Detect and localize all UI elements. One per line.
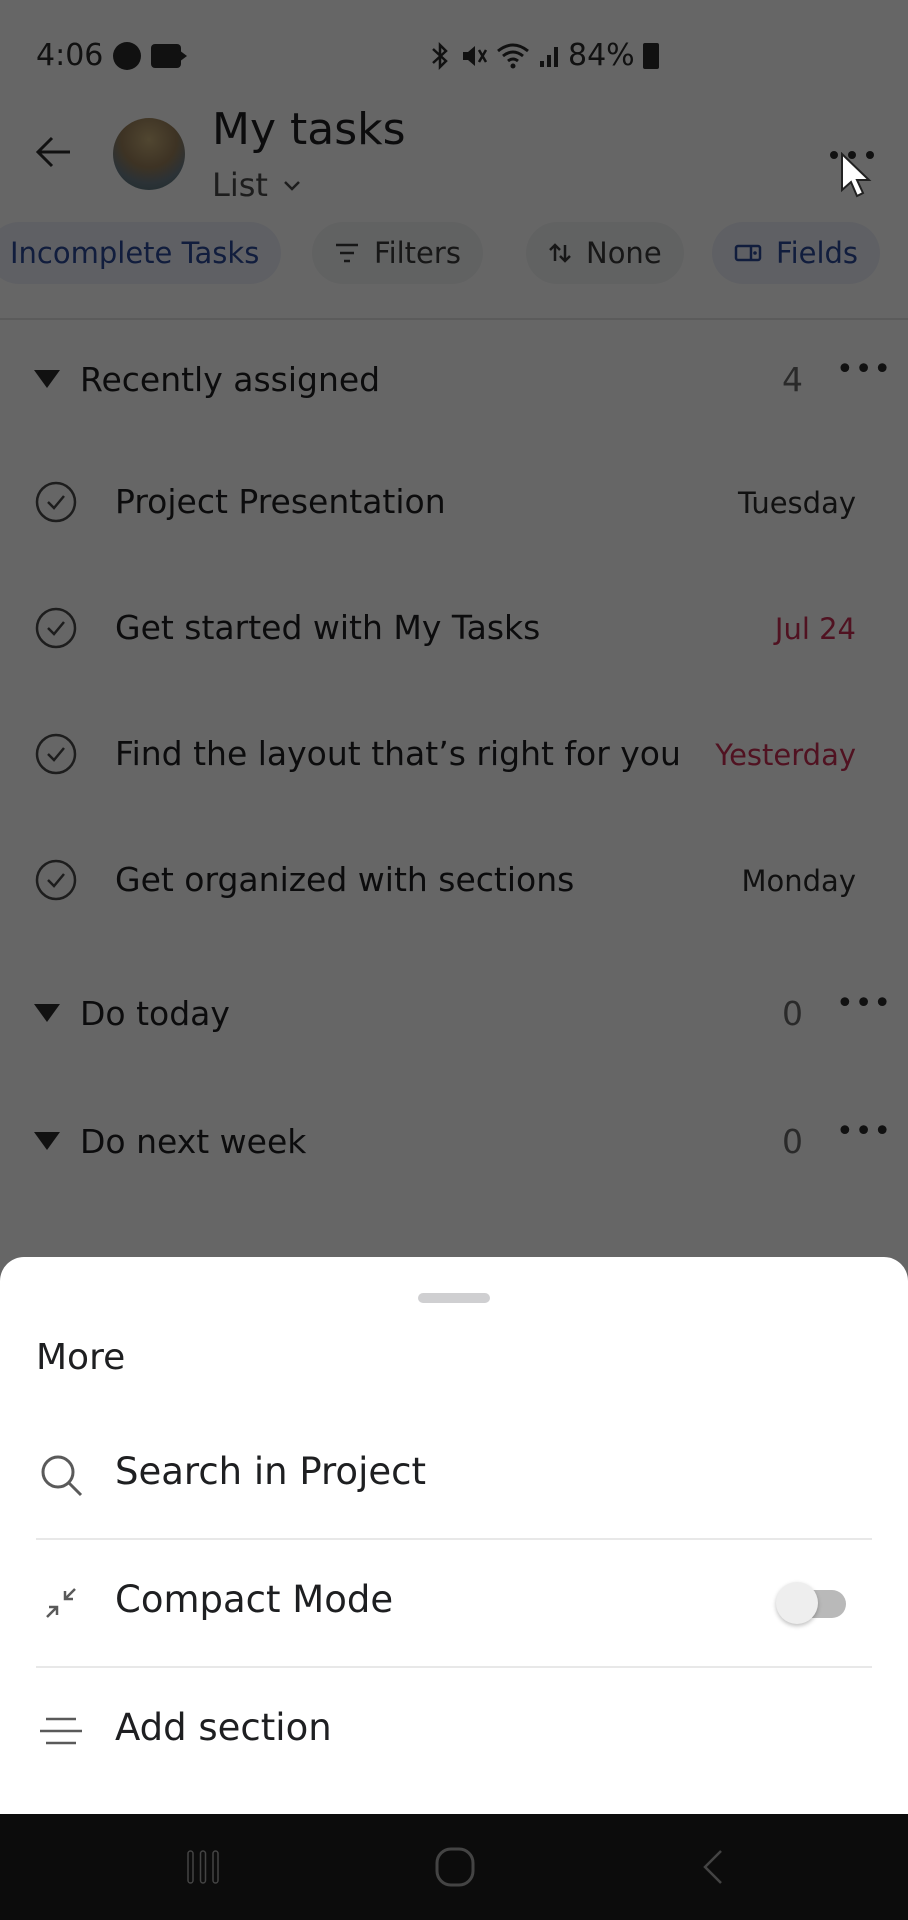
mouse-cursor-icon	[841, 152, 872, 198]
item-label: Compact Mode	[115, 1578, 394, 1621]
back-chevron-icon	[703, 1850, 722, 1884]
home-button[interactable]	[432, 1844, 478, 1890]
compact-mode-item[interactable]: Compact Mode	[0, 1538, 908, 1666]
sheet-title: More	[36, 1337, 126, 1378]
item-label: Add section	[115, 1706, 332, 1749]
recents-button[interactable]	[180, 1844, 226, 1890]
sheet-drag-handle[interactable]	[418, 1293, 490, 1303]
search-in-project-item[interactable]: Search in Project	[0, 1410, 908, 1538]
add-section-item[interactable]: Add section	[0, 1666, 908, 1794]
system-nav-bar	[0, 1814, 908, 1920]
system-back-button[interactable]	[692, 1844, 732, 1890]
toggle-thumb	[776, 1582, 818, 1624]
search-icon	[41, 1455, 83, 1497]
add-section-icon	[40, 1717, 82, 1745]
compact-mode-toggle[interactable]	[776, 1582, 848, 1624]
home-icon	[435, 1847, 475, 1887]
recents-icon	[187, 1850, 219, 1884]
item-label: Search in Project	[115, 1450, 426, 1493]
compress-icon	[46, 1588, 76, 1618]
